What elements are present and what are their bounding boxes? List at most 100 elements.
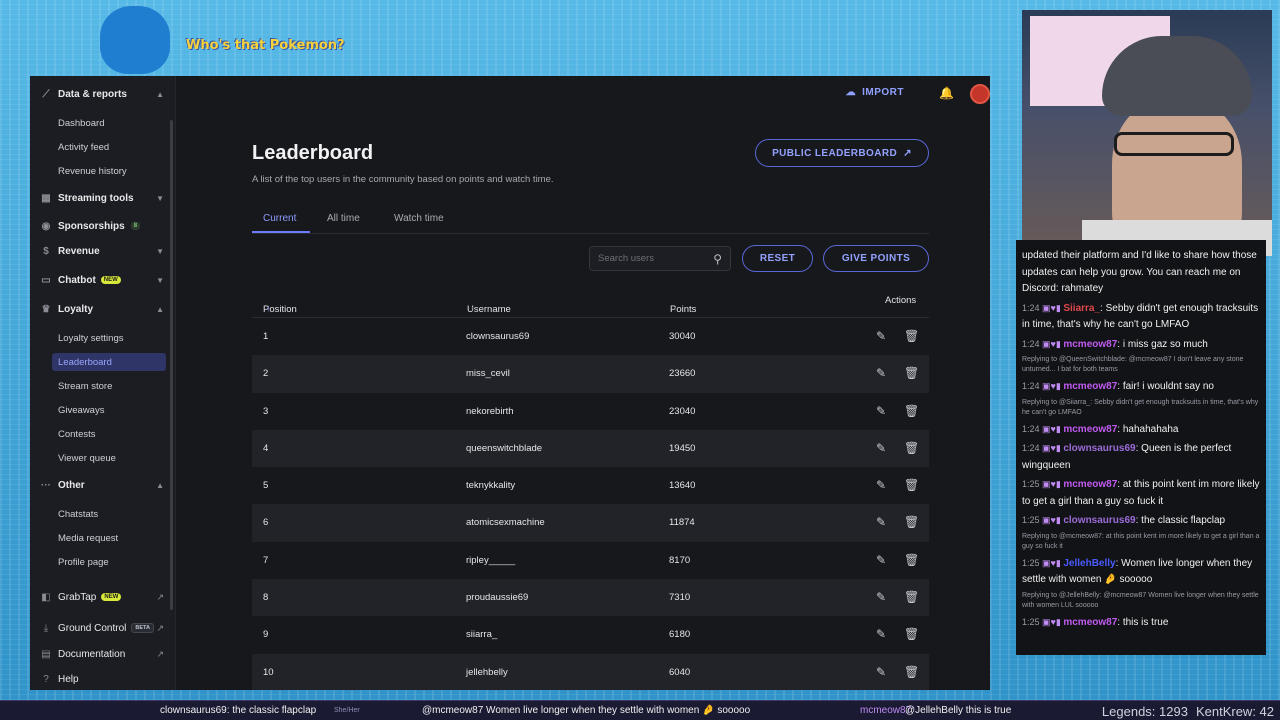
row-position: 6 [263, 517, 269, 529]
chevron-down-icon: ▼ [156, 275, 164, 285]
trash-icon[interactable]: 🗑 [904, 590, 919, 604]
trash-icon[interactable]: 🗑 [904, 329, 919, 343]
ticker-item: clownsaurus69: the classic flapclap [160, 705, 317, 716]
chat-timestamp: 1:25 [1022, 616, 1040, 627]
chat-message: updated their platform and I'd like to s… [1022, 248, 1260, 298]
sidebar-group-label: Help [58, 673, 79, 685]
chat-username[interactable]: JellehBelly [1063, 558, 1115, 569]
edit-icon[interactable]: ✎ [876, 627, 886, 641]
sidebar-item-leaderboard[interactable]: Leaderboard [52, 353, 166, 371]
chat-username[interactable]: clownsaurus69 [1063, 443, 1135, 454]
sidebar-item-revenue-history[interactable]: Revenue history [58, 162, 166, 180]
edit-icon[interactable]: ✎ [876, 329, 886, 343]
tab-all-time[interactable]: All time [327, 213, 360, 224]
chat-badges-icon: ▣♥▮ [1039, 515, 1064, 525]
table-row: 4 queenswitchblade 19450 ✎ 🗑 [252, 429, 929, 468]
grabtap-icon: ◧ [41, 591, 51, 603]
sidebar-item-dashboard[interactable]: Dashboard [58, 114, 166, 132]
sidebar-group-streaming-tools[interactable]: ▦ Streaming tools ▼ [30, 187, 176, 209]
sidebar-item-loyalty-settings[interactable]: Loyalty settings [58, 329, 166, 347]
sponsorships-count-badge: 8 [130, 222, 141, 230]
ticker-pronoun: She/Her [334, 707, 360, 714]
chat-badges-icon: ▣♥▮ [1039, 479, 1064, 489]
chat-username[interactable]: mcmeow87 [1063, 424, 1117, 435]
chat-message: 1:24 ▣♥▮ mcmeow87: hahahahaha [1022, 423, 1179, 435]
kentkrew-count: KentKrew: 42 [1195, 703, 1274, 719]
sidebar-item-viewer-queue[interactable]: Viewer queue [58, 449, 166, 467]
sidebar-group-revenue[interactable]: $ Revenue ▼ [30, 240, 176, 262]
trash-icon[interactable]: 🗑 [904, 553, 919, 567]
chat-text: updated their platform and I'd like to s… [1022, 250, 1257, 294]
edit-icon[interactable]: ✎ [876, 441, 886, 455]
sidebar-item-profile-page[interactable]: Profile page [58, 553, 166, 571]
chat-timestamp: 1:25 [1022, 479, 1040, 489]
table-row: 8 proudaussie69 7310 ✎ 🗑 [252, 579, 929, 617]
sidebar-item-stream-store[interactable]: Stream store [58, 377, 166, 395]
sidebar-item-ground-control[interactable]: ⤓ Ground Control BETA ↗ [30, 617, 176, 639]
sidebar-group-other[interactable]: ··· Other ▲ [30, 474, 176, 496]
row-points: 7310 [669, 592, 691, 604]
sponsor-icon: ◉ [41, 220, 51, 232]
trash-icon[interactable]: 🗑 [904, 478, 919, 492]
tab-watch-time[interactable]: Watch time [394, 213, 444, 224]
sidebar-item-documentation[interactable]: ▤ Documentation ↗ [30, 643, 176, 665]
row-points: 13640 [669, 480, 696, 492]
table-row: 2 miss_cevil 23660 ✎ 🗑 [252, 355, 929, 393]
chat-text: i miss gaz so much [1122, 338, 1208, 350]
chat-reply-context: Replying to @JellehBelly: @mcmeow87 Wome… [1022, 591, 1259, 609]
chevron-down-icon: ▼ [156, 193, 164, 203]
bell-icon[interactable]: 🔔 [939, 86, 954, 100]
give-points-button[interactable]: GIVE POINTS [823, 245, 929, 272]
chat-username[interactable]: Siiarra_ [1063, 303, 1100, 314]
chat-text: the classic flapclap [1141, 515, 1226, 526]
edit-icon[interactable]: ✎ [876, 404, 886, 418]
chat-username[interactable]: mcmeow87 [1063, 617, 1117, 628]
reset-button[interactable]: RESET [742, 245, 813, 272]
chat-timestamp: 1:24 [1022, 381, 1040, 391]
edit-icon[interactable]: ✎ [876, 478, 886, 492]
chat-badges-icon: ▣♥▮ [1039, 616, 1064, 627]
sidebar-item-activity-feed[interactable]: Activity feed [58, 138, 166, 156]
trash-icon[interactable]: 🗑 [904, 627, 919, 641]
trash-icon[interactable]: 🗑 [904, 441, 919, 455]
sidebar-group-sponsorships[interactable]: ◉ Sponsorships 8 [30, 215, 176, 237]
sidebar-group-chatbot[interactable]: ▭ Chatbot NEW ▼ [30, 269, 176, 291]
sidebar-item-chatstats[interactable]: Chatstats [58, 505, 166, 523]
active-tab-indicator [252, 231, 310, 233]
sidebar-group-data-reports[interactable]: ⟋ Data & reports ▲ [30, 83, 176, 105]
edit-icon[interactable]: ✎ [876, 366, 886, 380]
row-points: 6040 [669, 666, 691, 678]
sidebar-item-help[interactable]: ? Help [30, 668, 176, 690]
trash-icon[interactable]: 🗑 [904, 366, 919, 380]
edit-icon[interactable]: ✎ [876, 590, 886, 604]
sidebar-item-giveaways[interactable]: Giveaways [58, 401, 166, 419]
sort-up-icon: ↑ [673, 304, 678, 314]
edit-icon[interactable]: ✎ [876, 665, 886, 679]
chat-username[interactable]: mcmeow87 [1063, 479, 1117, 490]
search-icon[interactable]: ⚲ [713, 252, 722, 266]
chevron-up-icon: ▲ [156, 480, 164, 490]
legends-counter: Legends: 1293 KentKrew: 42 [1095, 701, 1280, 720]
download-icon: ⤓ [43, 622, 49, 634]
chat-username[interactable]: mcmeow87 [1063, 381, 1117, 392]
edit-icon[interactable]: ✎ [876, 515, 886, 529]
chat-badges-icon: ▣♥▮ [1039, 423, 1064, 434]
trash-icon[interactable]: 🗑 [904, 515, 919, 529]
tab-current[interactable]: Current [263, 213, 296, 224]
avatar[interactable] [970, 84, 990, 104]
edit-icon[interactable]: ✎ [876, 553, 886, 567]
sidebar-item-contests[interactable]: Contests [58, 425, 166, 443]
sidebar-item-grabtap[interactable]: ◧ GrabTap NEW ↗ [30, 586, 176, 608]
search-users-field[interactable]: ⚲ [589, 246, 731, 271]
page-description: A list of the top users in the community… [252, 174, 554, 185]
table-row: 3 nekorebirth 23040 ✎ 🗑 [252, 393, 929, 430]
trash-icon[interactable]: 🗑 [904, 404, 919, 418]
chat-username[interactable]: clownsaurus69 [1063, 515, 1135, 526]
public-leaderboard-button[interactable]: PUBLIC LEADERBOARD ↗ [755, 139, 929, 167]
row-points: 8170 [669, 554, 691, 566]
sidebar-item-media-request[interactable]: Media request [58, 529, 166, 547]
sidebar-group-loyalty[interactable]: ♛ Loyalty ▲ [30, 298, 176, 320]
search-input[interactable] [598, 253, 714, 264]
trash-icon[interactable]: 🗑 [904, 665, 919, 679]
chat-username[interactable]: mcmeow87 [1063, 339, 1117, 350]
